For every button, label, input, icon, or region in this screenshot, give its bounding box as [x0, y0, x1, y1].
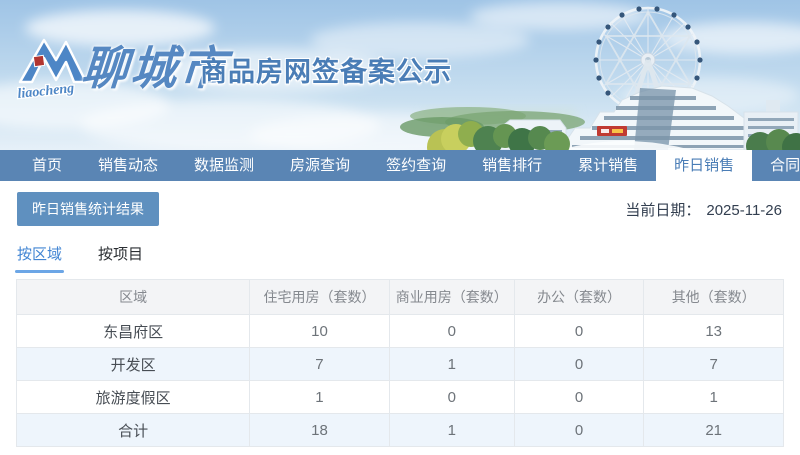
value-cell: 0 — [388, 380, 515, 414]
value-cell: 1 — [643, 380, 784, 414]
nav-item-yesterday-sales[interactable]: 昨日销售 — [656, 150, 753, 181]
value-cell: 18 — [249, 413, 390, 447]
value-cell: 1 — [388, 347, 515, 381]
main-content: 昨日销售统计结果 当前日期： 2025-11-26 按区域 按项目 区域 住宅用房… — [0, 181, 800, 447]
nav-item-listing-search[interactable]: 房源查询 — [277, 150, 363, 181]
region-cell: 旅游度假区 — [15, 380, 251, 414]
current-date-value: 2025-11-26 — [706, 201, 782, 219]
value-cell: 13 — [643, 314, 784, 348]
main-navigation: 首页 销售动态 数据监测 房源查询 签约查询 销售排行 累计销售 昨日销售 合同… — [0, 150, 800, 181]
toolbar: 昨日销售统计结果 当前日期： 2025-11-26 — [16, 192, 784, 226]
tab-by-project[interactable]: 按项目 — [98, 243, 143, 273]
value-cell: 10 — [249, 314, 390, 348]
region-cell: 合计 — [15, 413, 251, 447]
column-header-other: 其他（套数） — [643, 279, 784, 315]
table-row-total: 合计 18 1 0 21 — [15, 413, 784, 447]
svg-text:liaocheng: liaocheng — [17, 81, 75, 102]
value-cell: 7 — [643, 347, 784, 381]
current-date: 当前日期： 2025-11-26 — [625, 199, 784, 220]
nav-item-data-monitor[interactable]: 数据监测 — [181, 150, 267, 181]
nav-item-sales-activity[interactable]: 销售动态 — [85, 150, 171, 181]
column-header-residential: 住宅用房（套数） — [249, 279, 390, 315]
table-row: 旅游度假区 1 0 0 1 — [15, 380, 784, 414]
value-cell: 0 — [513, 380, 645, 414]
value-cell: 21 — [643, 413, 784, 447]
tab-by-region[interactable]: 按区域 — [15, 243, 65, 273]
column-header-region: 区域 — [15, 279, 251, 315]
value-cell: 1 — [249, 380, 390, 414]
nav-item-contract-cancellation[interactable]: 合同注销 — [757, 150, 800, 181]
region-cell: 开发区 — [15, 347, 251, 381]
view-tabs: 按区域 按项目 — [15, 243, 784, 273]
nav-item-contract-search[interactable]: 签约查询 — [373, 150, 459, 181]
column-header-office: 办公（套数） — [513, 279, 645, 315]
column-header-commercial: 商业用房（套数） — [388, 279, 515, 315]
nav-item-sales-ranking[interactable]: 销售排行 — [469, 150, 555, 181]
region-cell: 东昌府区 — [15, 314, 251, 348]
active-tab-underline — [15, 270, 65, 273]
value-cell: 1 — [388, 413, 515, 447]
current-date-label: 当前日期： — [625, 201, 701, 219]
value-cell: 0 — [513, 347, 645, 381]
nav-item-home[interactable]: 首页 — [19, 150, 75, 181]
nav-item-cumulative-sales[interactable]: 累计销售 — [565, 150, 651, 181]
banner: liaocheng 聊城市 商品房网签备案公示 — [0, 0, 800, 150]
page-title: 商品房网签备案公示 — [200, 57, 452, 87]
table-row: 东昌府区 10 0 0 13 — [15, 314, 784, 348]
section-title-badge: 昨日销售统计结果 — [17, 192, 159, 226]
value-cell: 0 — [513, 413, 645, 447]
sales-statistics-table: 区域 住宅用房（套数） 商业用房（套数） 办公（套数） 其他（套数） 东昌府区 … — [15, 279, 784, 447]
table-header-row: 区域 住宅用房（套数） 商业用房（套数） 办公（套数） 其他（套数） — [15, 279, 784, 315]
value-cell: 7 — [249, 347, 390, 381]
value-cell: 0 — [388, 314, 515, 348]
value-cell: 0 — [513, 314, 645, 348]
table-row: 开发区 7 1 0 7 — [15, 347, 784, 381]
